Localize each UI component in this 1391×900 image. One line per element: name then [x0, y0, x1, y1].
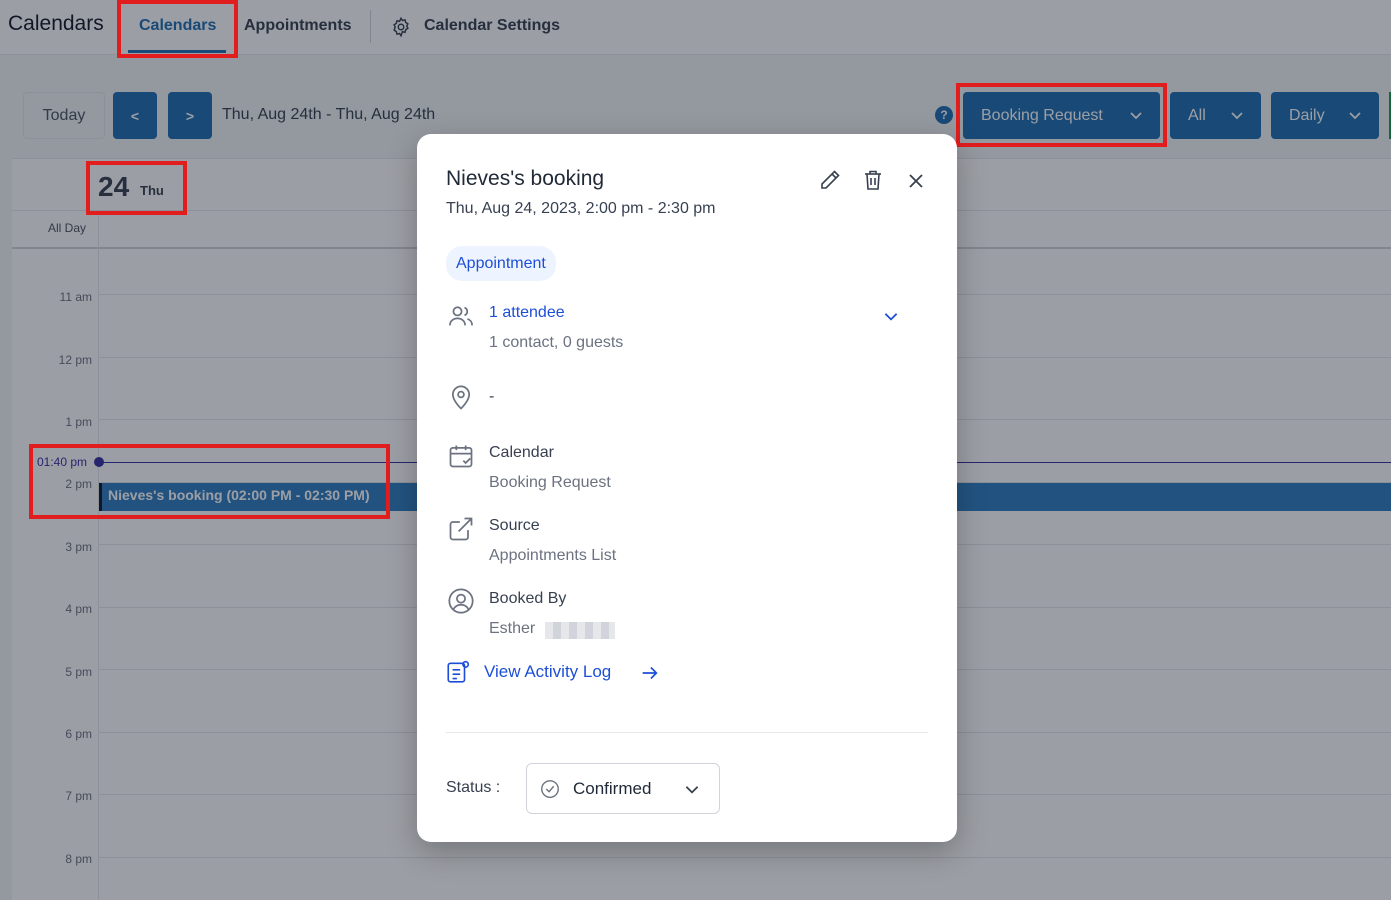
status-label: Status :: [446, 779, 501, 796]
calendar-value: Booking Request: [489, 474, 611, 491]
location-value: -: [489, 388, 495, 405]
modal-divider: [446, 732, 928, 733]
location-pin-icon: [451, 385, 471, 410]
modal-datetime: Thu, Aug 24, 2023, 2:00 pm - 2:30 pm: [446, 200, 716, 217]
status-value: Confirmed: [573, 779, 652, 798]
close-icon[interactable]: [904, 169, 928, 193]
status-select[interactable]: Confirmed: [526, 763, 720, 814]
source-label: Source: [489, 517, 540, 534]
highlight-box: [956, 83, 1167, 147]
calendar-check-icon: [449, 445, 473, 468]
chevron-down-icon[interactable]: [882, 307, 900, 325]
modal-title: Nieves's booking: [446, 167, 605, 190]
attendees-toggle[interactable]: 1 attendee: [489, 304, 565, 322]
view-activity-log-link[interactable]: View Activity Log: [484, 662, 611, 682]
highlight-box: [29, 444, 390, 519]
external-link-icon: [449, 517, 473, 541]
check-circle-icon: [541, 780, 559, 798]
users-icon: [449, 306, 473, 326]
trash-icon[interactable]: [861, 168, 885, 192]
user-circle-icon: [448, 588, 474, 614]
pencil-icon[interactable]: [818, 168, 842, 192]
redacted-name: [545, 622, 615, 639]
appointment-type-badge: Appointment: [446, 246, 556, 281]
appointment-details-modal: Nieves's booking Thu, Aug 24, 2023, 2:00…: [417, 134, 957, 842]
activity-log-icon: [447, 660, 470, 683]
source-value: Appointments List: [489, 547, 617, 564]
booked-by-label: Booked By: [489, 590, 567, 607]
booked-by-value: Esther: [489, 620, 536, 637]
attendees-detail: 1 contact, 0 guests: [489, 334, 624, 351]
arrow-right-icon[interactable]: [639, 662, 661, 684]
highlight-box: [117, 0, 238, 58]
highlight-box: [86, 161, 187, 215]
chevron-down-icon: [685, 786, 699, 794]
calendar-label: Calendar: [489, 444, 554, 461]
